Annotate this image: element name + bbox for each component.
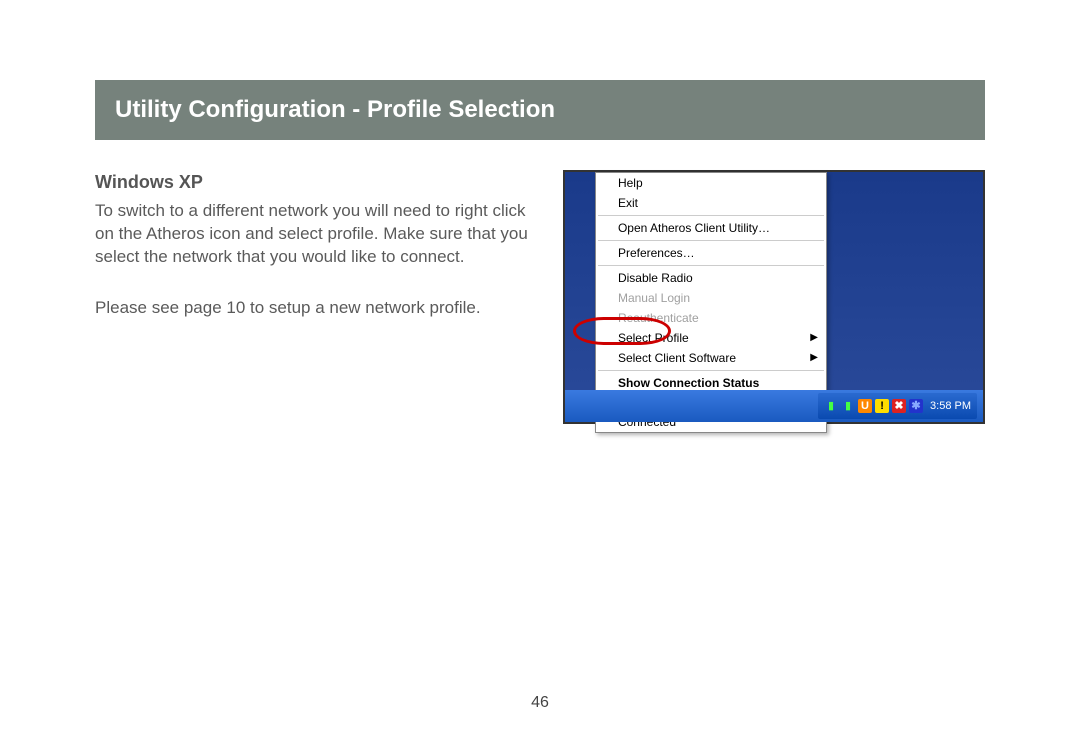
menu-exit[interactable]: Exit — [596, 193, 826, 213]
desktop-background: Help Exit Open Atheros Client Utility… P… — [565, 172, 983, 422]
menu-manual-login: Manual Login — [596, 288, 826, 308]
shield-icon[interactable]: ✖ — [892, 399, 906, 413]
alert-icon[interactable]: ! — [875, 399, 889, 413]
menu-separator — [598, 215, 824, 216]
instruction-paragraph-2: Please see page 10 to setup a new networ… — [95, 297, 533, 320]
menu-reauthenticate: Reauthenticate — [596, 308, 826, 328]
instruction-column: Windows XP To switch to a different netw… — [95, 170, 533, 424]
menu-select-client-software[interactable]: Select Client Software ▶ — [596, 348, 826, 368]
menu-select-client-label: Select Client Software — [618, 351, 736, 365]
menu-separator — [598, 265, 824, 266]
page-title: Utility Configuration - Profile Selectio… — [115, 96, 555, 123]
submenu-arrow-icon: ▶ — [810, 332, 818, 343]
bluetooth-icon[interactable]: ✱ — [909, 399, 923, 413]
system-tray: ▮ ▮ U ! ✖ ✱ 3:58 PM — [818, 393, 977, 419]
tray-icon[interactable]: U — [858, 399, 872, 413]
menu-help[interactable]: Help — [596, 173, 826, 193]
menu-separator — [598, 370, 824, 371]
page-title-bar: Utility Configuration - Profile Selectio… — [95, 80, 985, 140]
submenu-arrow-icon: ▶ — [810, 352, 818, 363]
winxp-screenshot: Help Exit Open Atheros Client Utility… P… — [563, 170, 985, 424]
signal-icon[interactable]: ▮ — [841, 399, 855, 413]
taskbar-clock[interactable]: 3:58 PM — [930, 400, 971, 412]
instruction-paragraph-1: To switch to a different network you wil… — [95, 200, 533, 269]
signal-icon[interactable]: ▮ — [824, 399, 838, 413]
page-number: 46 — [0, 694, 1080, 712]
menu-open-utility[interactable]: Open Atheros Client Utility… — [596, 218, 826, 238]
menu-select-profile[interactable]: Select Profile ▶ — [596, 328, 826, 348]
os-heading: Windows XP — [95, 170, 533, 194]
menu-select-profile-label: Select Profile — [618, 331, 689, 345]
menu-disable-radio[interactable]: Disable Radio — [596, 268, 826, 288]
menu-preferences[interactable]: Preferences… — [596, 243, 826, 263]
menu-separator — [598, 240, 824, 241]
taskbar: ▮ ▮ U ! ✖ ✱ 3:58 PM — [565, 390, 983, 422]
